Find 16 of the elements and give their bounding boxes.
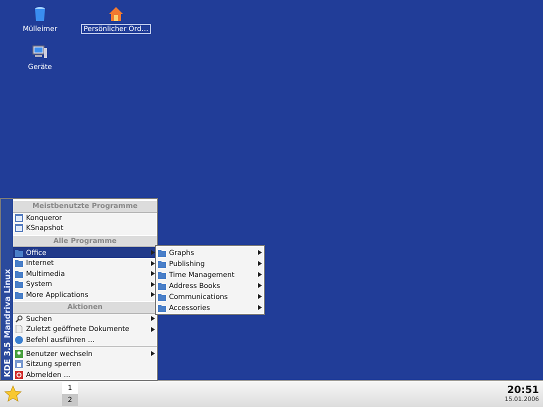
submenu-arrow-icon	[258, 250, 262, 255]
banner-text: Mandriva Linux	[2, 269, 12, 339]
submenu-arrow-icon	[258, 294, 262, 299]
submenu-arrow-icon	[151, 351, 155, 356]
search-icon	[15, 314, 23, 323]
home-icon	[108, 6, 124, 22]
banner-text: KDE 3.5	[2, 342, 12, 377]
computer-icon	[32, 44, 48, 60]
submenu-arrow-icon	[258, 261, 262, 266]
submenu-arrow-icon	[258, 305, 262, 310]
star-icon[interactable]	[4, 385, 22, 403]
document-icon	[15, 325, 23, 334]
submenu-arrow-icon	[258, 283, 262, 288]
clock-time: 20:51	[507, 385, 539, 396]
submenu-arrow-icon	[258, 272, 262, 277]
trash-icon	[32, 6, 48, 22]
